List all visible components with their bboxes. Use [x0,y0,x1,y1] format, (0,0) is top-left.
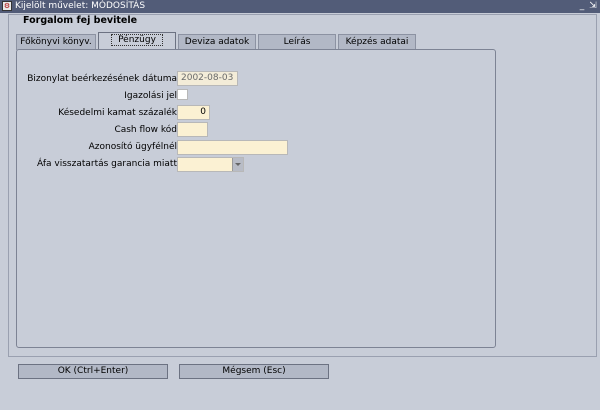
app-icon: ⚙ [2,1,12,11]
vat-withholding-select[interactable] [177,157,244,172]
client-id-field[interactable] [177,140,288,155]
minimize-icon[interactable]: _ [577,1,587,11]
cancel-button[interactable]: Mégsem (Esc) [179,364,329,379]
tab-fokonyvi-konyv[interactable]: Főkönyvi könyv. [16,34,96,50]
client-id-label: Azonosító ügyfélnél [88,142,177,152]
section-title: Forgalom fej bevitele [23,15,138,26]
maximize-icon[interactable]: ⇲ [588,1,598,11]
window-titlebar: ⚙ Kijelölt művelet: MÓDOSÍTÁS _ ⇲ [0,0,600,13]
tab-panel [16,49,496,348]
certification-checkbox[interactable] [177,89,188,100]
tab-deviza-adatok[interactable]: Deviza adatok [178,34,256,50]
cashflow-label: Cash flow kód [114,125,177,135]
tab-label: Pénzügy [111,34,163,46]
late-interest-label: Késedelmi kamat százalék [58,108,177,118]
ok-button[interactable]: OK (Ctrl+Enter) [18,364,168,379]
cashflow-field[interactable] [177,122,208,137]
chevron-down-icon[interactable] [232,158,243,171]
receipt-date-field[interactable]: 2002-08-03 [177,71,238,86]
tab-label: Főkönyvi könyv. [20,37,92,47]
tab-penzugy[interactable]: Pénzügy [98,32,176,50]
window-title: Kijelölt művelet: MÓDOSÍTÁS [15,1,146,11]
tab-label: Képzés adatai [345,37,409,47]
vat-withholding-label: Áfa visszatartás garancia miatt [37,159,177,169]
receipt-date-label: Bizonylat beérkezésének dátuma [27,74,177,84]
tab-leiras[interactable]: Leírás [258,34,336,50]
certification-label: Igazolási jel [124,91,177,101]
tab-label: Deviza adatok [184,37,250,47]
tab-label: Leírás [283,37,311,47]
tab-kepzes-adatai[interactable]: Képzés adatai [338,34,416,50]
late-interest-field[interactable]: 0 [177,105,210,120]
